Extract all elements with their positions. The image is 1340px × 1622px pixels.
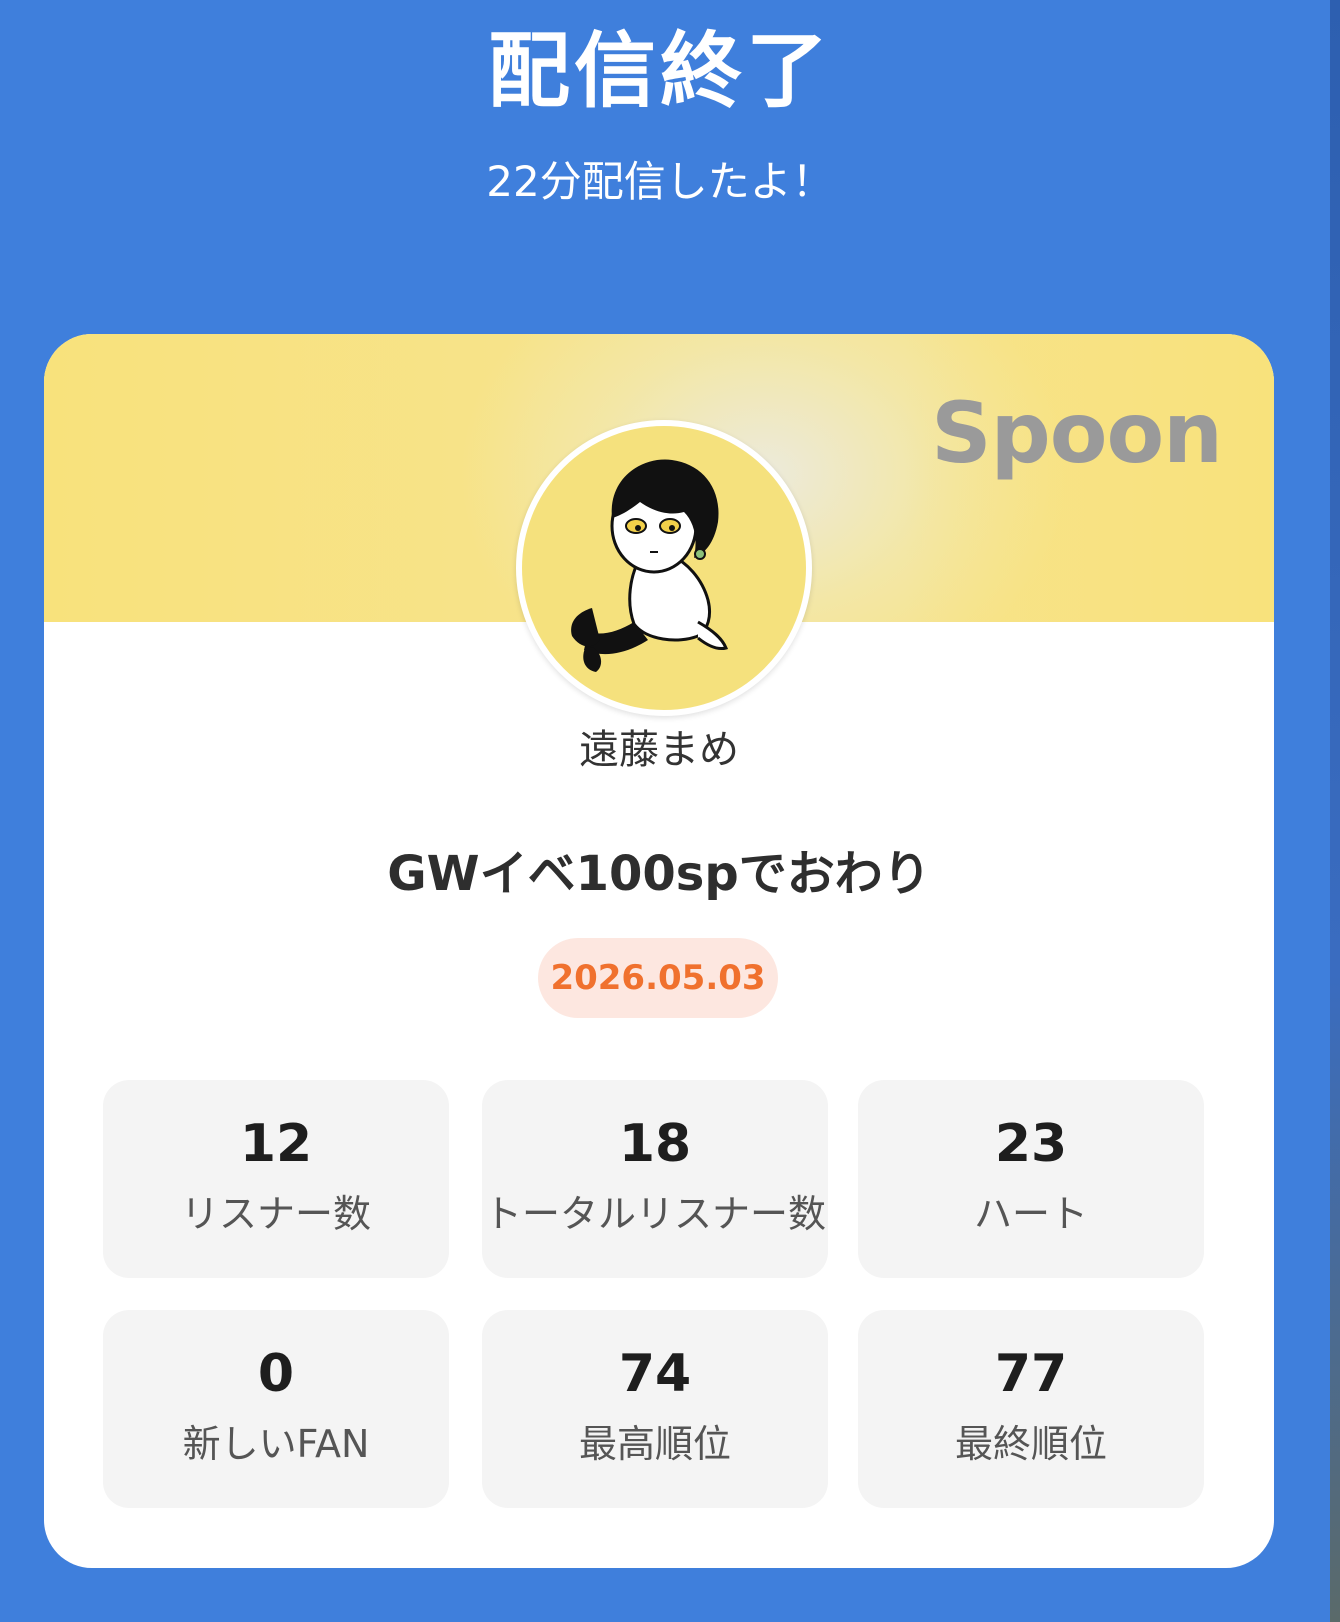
stat-label: リスナー数 <box>180 1192 371 1236</box>
streamer-name: 遠藤まめ <box>579 727 739 773</box>
stat-hearts: 23 ハート <box>858 1080 1204 1278</box>
stat-label: 最終順位 <box>954 1422 1107 1466</box>
stat-value: 77 <box>994 1344 1068 1404</box>
stat-label: 新しいFAN <box>182 1422 370 1466</box>
live-title: GWイベ100spでおわり <box>387 846 931 902</box>
stat-final-rank: 77 最終順位 <box>858 1310 1204 1508</box>
stat-listeners: 12 リスナー数 <box>103 1080 449 1278</box>
stat-value: 12 <box>239 1114 313 1174</box>
stat-value: 23 <box>994 1114 1068 1174</box>
avatar <box>516 420 812 716</box>
stat-label: トータルリスナー数 <box>483 1192 826 1236</box>
stat-highest-rank: 74 最高順位 <box>482 1310 828 1508</box>
window-edge <box>1330 0 1340 1622</box>
stat-value: 0 <box>257 1344 295 1404</box>
spoon-logo: Spoon <box>931 384 1223 482</box>
page-title: 配信終了 <box>487 24 832 119</box>
date-badge: 2026.05.03 <box>538 938 778 1018</box>
stat-value: 74 <box>618 1344 692 1404</box>
stat-label: 最高順位 <box>578 1422 731 1466</box>
stat-new-fans: 0 新しいFAN <box>103 1310 449 1508</box>
stat-value: 18 <box>618 1114 692 1174</box>
duration-subtitle: 22分配信したよ！ <box>486 157 834 206</box>
broadcast-summary-card: Spoon 遠藤まめ GWイベ100spでおわり 2026.05.03 12 リ… <box>44 334 1274 1568</box>
stat-label: ハート <box>973 1192 1088 1236</box>
avatar-illustration <box>571 459 729 672</box>
stat-total-listeners: 18 トータルリスナー数 <box>482 1080 828 1278</box>
